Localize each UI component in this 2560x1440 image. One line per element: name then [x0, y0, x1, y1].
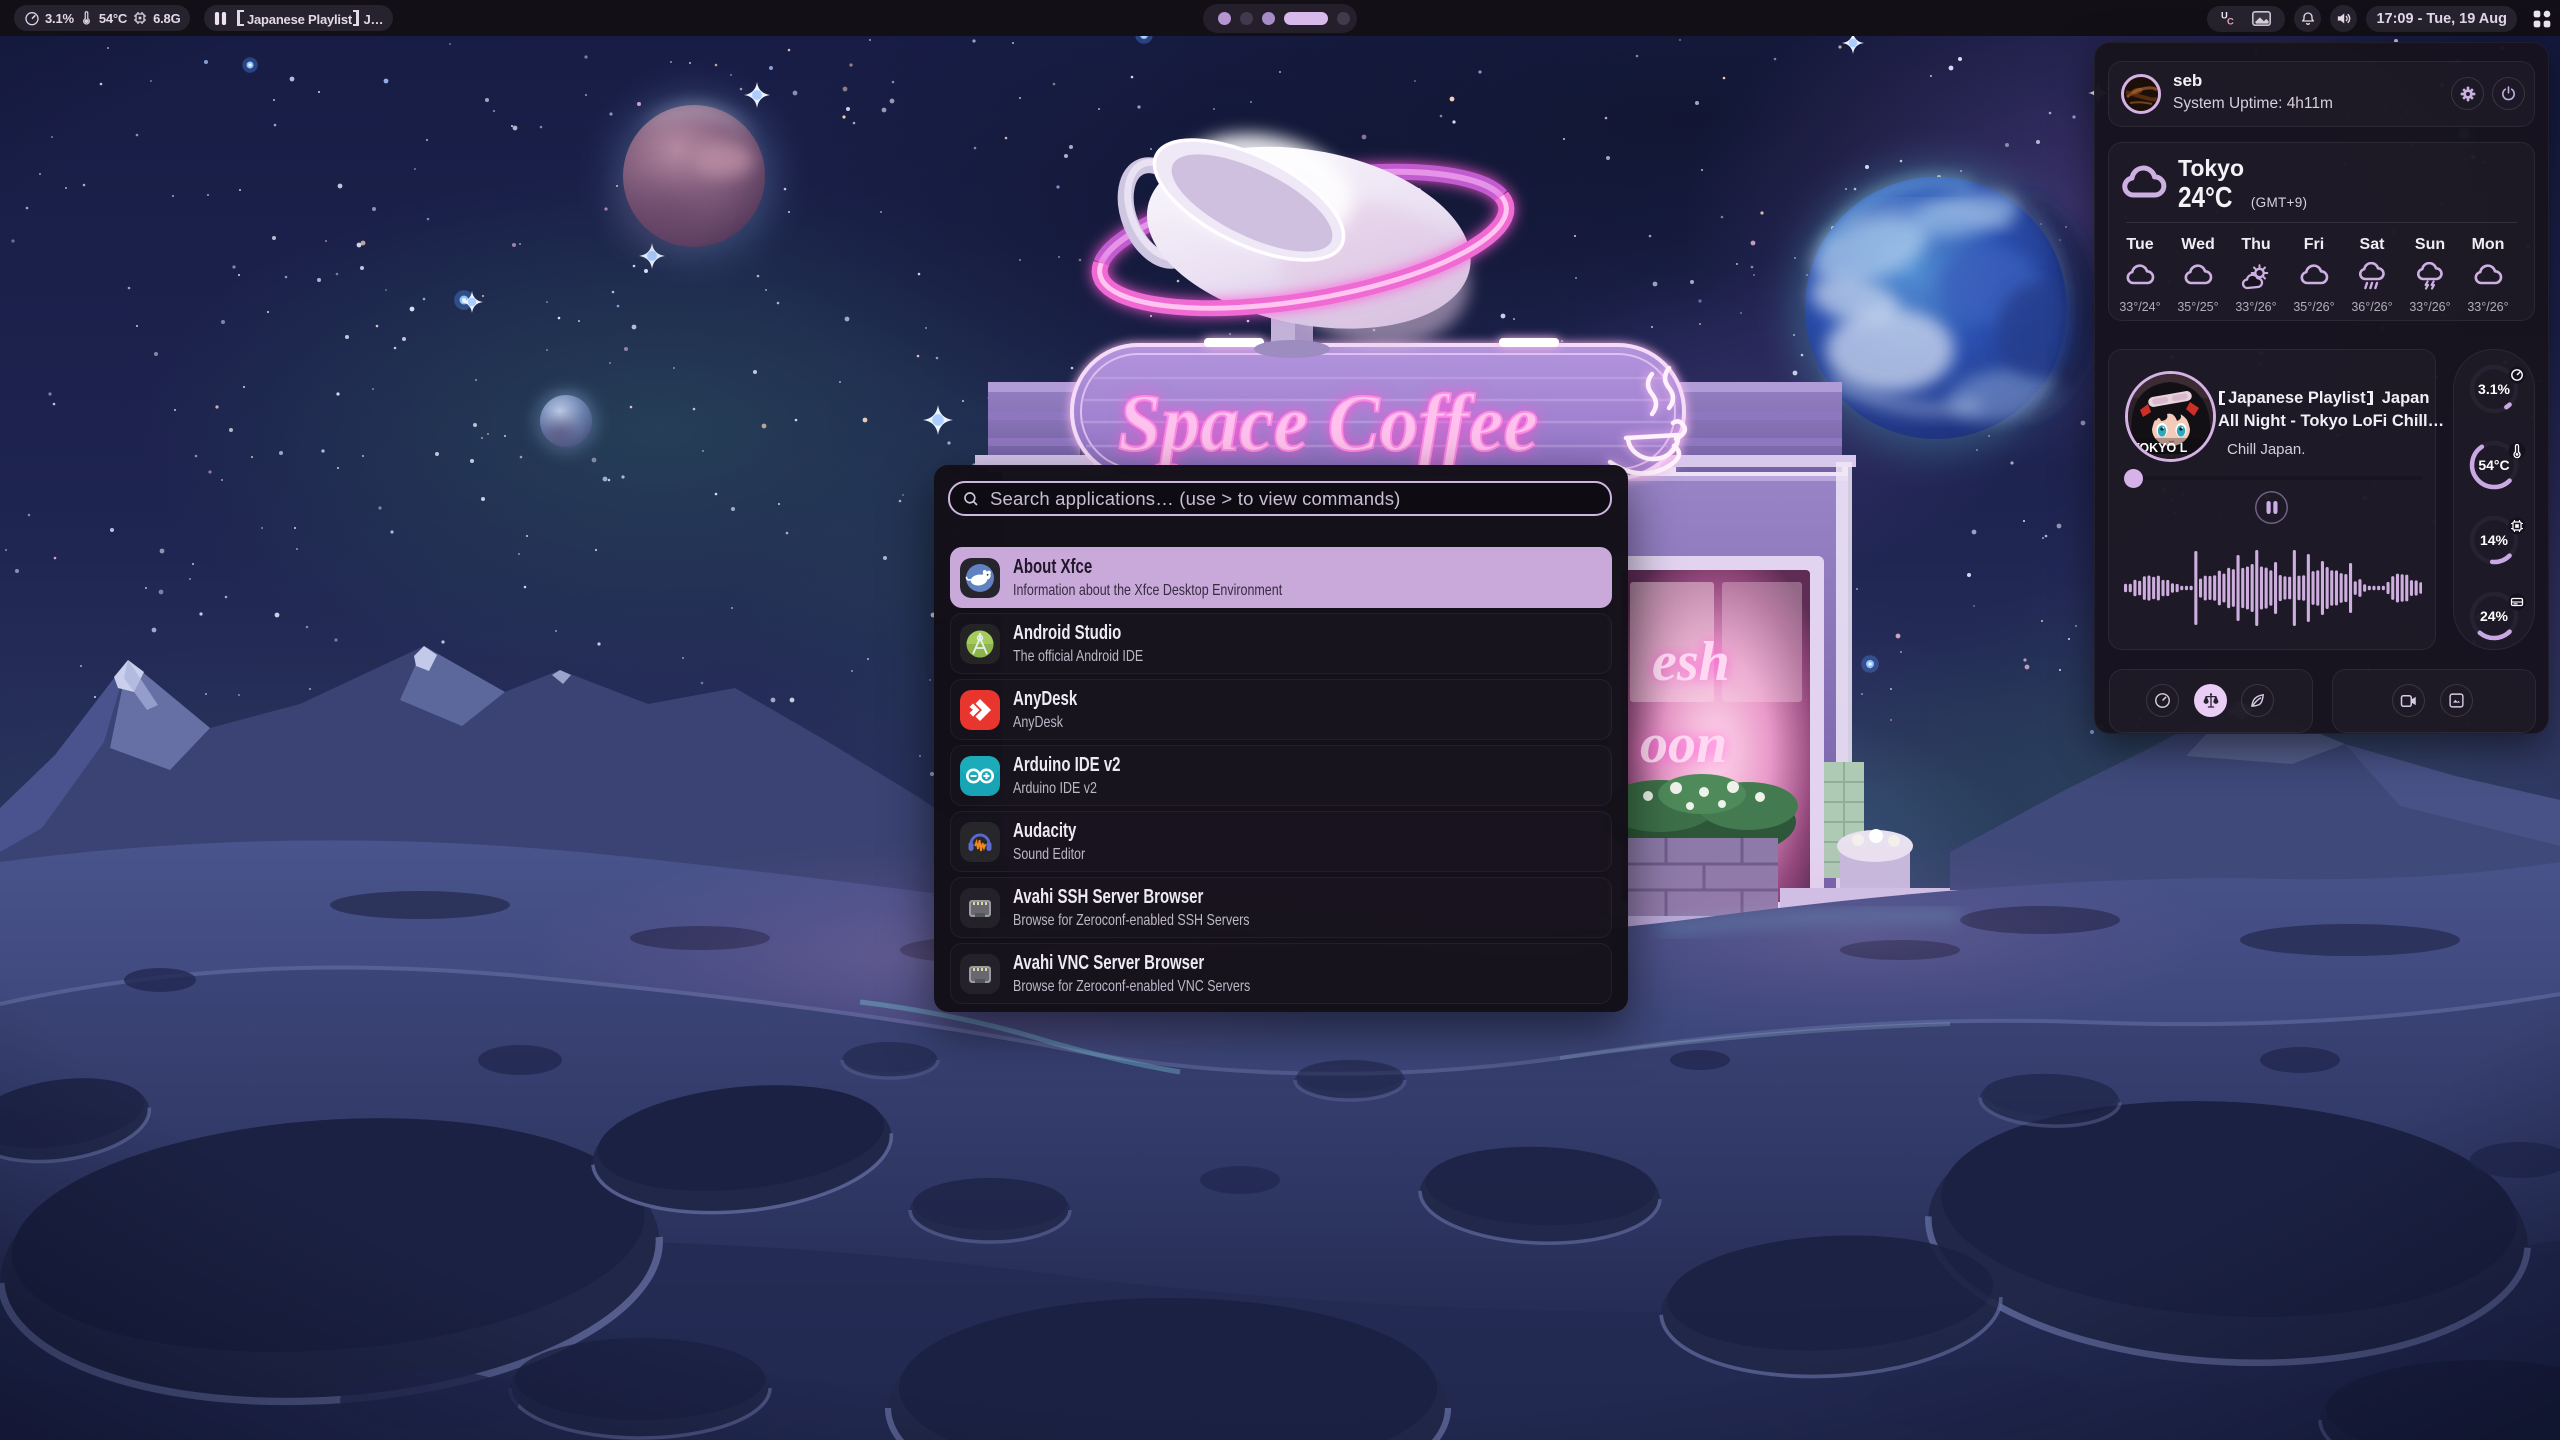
svg-text:TOKYO L: TOKYO L: [2132, 441, 2188, 455]
svg-text:C: C: [2227, 16, 2234, 26]
